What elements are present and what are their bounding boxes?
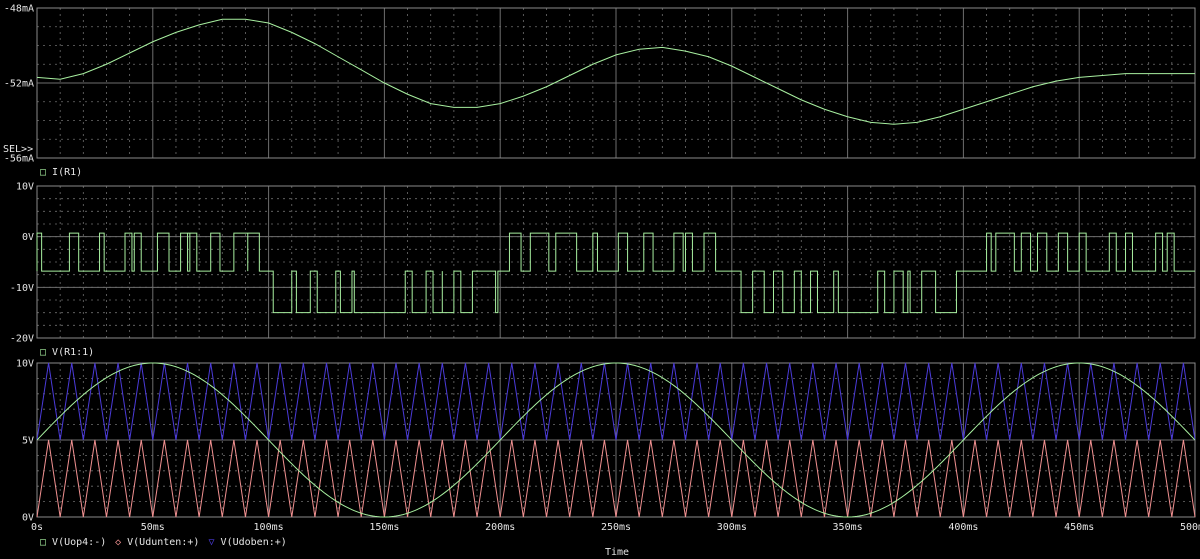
legend-label: I(R1) — [52, 167, 82, 178]
x-axis-label: Time — [605, 547, 629, 558]
x-tick-label: 100ms — [254, 522, 284, 533]
x-tick-label: 300ms — [717, 522, 747, 533]
legend-label: V(Uop4:-) — [52, 537, 106, 548]
legend-symbol: ◇ — [115, 537, 127, 548]
legend-entry: □ I(R1) — [40, 167, 82, 178]
x-tick-label: 500ms — [1180, 522, 1200, 533]
x-tick-label: 0s — [31, 522, 43, 533]
x-tick-label: 350ms — [833, 522, 863, 533]
legend-symbol: □ — [40, 347, 52, 358]
y-tick-label: 10V — [16, 182, 34, 193]
y-tick-label: -10V — [10, 283, 34, 294]
y-tick-label: -56mA — [4, 154, 34, 165]
legend-label: V(Udunten:+) — [127, 537, 199, 548]
y-tick-label: 5V — [22, 436, 34, 447]
legend-entry: □ V(R1:1) — [40, 347, 94, 358]
legend-entry: □ V(Uop4:-) — [40, 537, 106, 548]
y-tick-label: -20V — [10, 334, 34, 345]
x-tick-label: 50ms — [141, 522, 165, 533]
sel-marker[interactable]: SEL>> — [3, 144, 33, 155]
legend-symbol: ▽ — [209, 537, 221, 548]
legend-symbol: □ — [40, 167, 52, 178]
x-tick-label: 250ms — [601, 522, 631, 533]
x-tick-label: 150ms — [369, 522, 399, 533]
legend-symbol: □ — [40, 537, 52, 548]
y-tick-label: -52mA — [4, 79, 34, 90]
plot-background — [0, 0, 1200, 559]
legend-label: V(R1:1) — [52, 347, 94, 358]
y-tick-label: 10V — [16, 359, 34, 370]
oscilloscope-plot: -48mA-52mA-56mA10V0V-10V-20V10V5V0V0s 50m… — [0, 0, 1200, 559]
x-tick-label: 400ms — [948, 522, 978, 533]
legend-entry: ▽ V(Udoben:+) — [209, 537, 287, 548]
legend-label: V(Udoben:+) — [221, 537, 287, 548]
y-tick-label: 0V — [22, 232, 34, 243]
x-tick-label: 200ms — [485, 522, 515, 533]
legend-entry: ◇ V(Udunten:+) — [115, 537, 199, 548]
x-tick-label: 450ms — [1064, 522, 1094, 533]
y-tick-label: -48mA — [4, 4, 34, 15]
